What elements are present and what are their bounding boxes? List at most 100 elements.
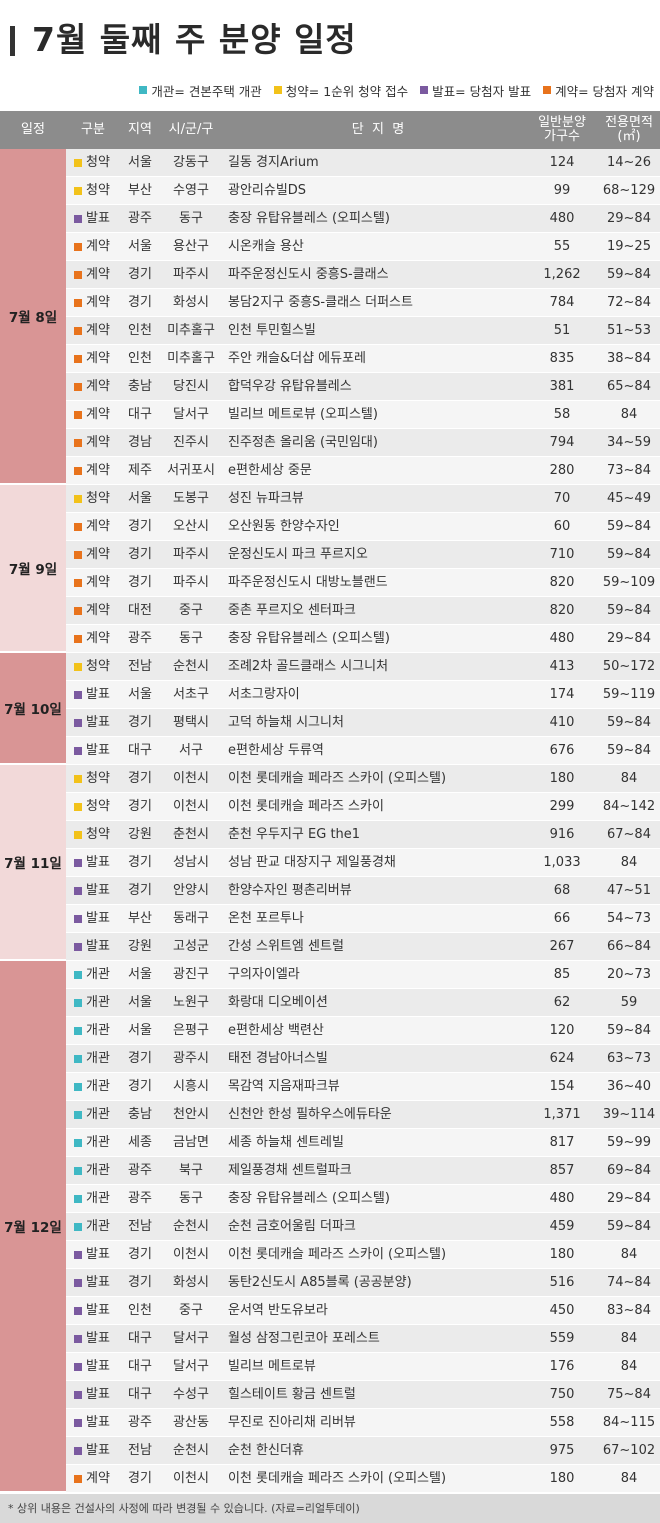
row-complex-name: 운서역 반도유보라 [228, 1303, 328, 1318]
row-type-label: 계약 [86, 323, 110, 338]
row-region: 충남 [128, 379, 152, 394]
row-city: 순천시 [173, 1443, 209, 1458]
row-units: 1,033 [543, 855, 581, 870]
type-square-icon [74, 774, 82, 783]
row-type: 계약 [74, 261, 120, 288]
row-units: 975 [549, 1443, 575, 1458]
page-title-text: 7월 둘째 주 분양 일정 [32, 20, 357, 59]
type-square-icon [74, 634, 82, 643]
type-square-icon [74, 1334, 82, 1343]
row-area: 51~53 [607, 323, 651, 338]
row-type-label: 발표 [86, 1387, 110, 1402]
table-row: 청약 전남 순천시 조례2차 골드클래스 시그니처 413 50~172 [0, 653, 660, 681]
row-type: 개관 [74, 1101, 120, 1128]
row-type-label: 발표 [86, 1331, 110, 1346]
row-region: 광주 [128, 631, 152, 646]
row-region: 서울 [128, 967, 152, 982]
date-label: 7월 9일 [8, 562, 58, 578]
row-units: 857 [549, 1163, 575, 1178]
row-type-label: 발표 [86, 1415, 110, 1430]
table-row: 개관 서울 광진구 구의자이엘라 85 20~73 [0, 961, 660, 989]
row-type-label: 발표 [86, 715, 110, 730]
row-city: 광산동 [173, 1415, 209, 1430]
row-region: 전남 [128, 659, 152, 674]
row-area: 59~84 [607, 1219, 651, 1234]
row-units: 817 [549, 1135, 575, 1150]
row-units: 624 [549, 1051, 575, 1066]
row-type: 개관 [74, 1157, 120, 1184]
row-complex-name: 서초그랑자이 [228, 687, 300, 702]
legend-item: 발표= 당첨자 발표 [420, 80, 531, 100]
row-area: 63~73 [607, 1051, 651, 1066]
row-type-label: 청약 [86, 771, 110, 786]
row-units: 154 [549, 1079, 575, 1094]
date-label: 7월 8일 [8, 310, 58, 326]
row-area: 59~119 [602, 687, 656, 702]
row-complex-name: 빌리브 메트로뷰 (오피스텔) [228, 407, 378, 422]
table-row: 청약 경기 이천시 이천 롯데캐슬 페라즈 스카이 299 84~142 [0, 793, 660, 821]
row-area: 19~25 [607, 239, 651, 254]
row-units: 280 [549, 463, 575, 478]
type-square-icon [74, 1418, 82, 1427]
row-type: 청약 [74, 821, 120, 848]
row-complex-name: 광안리슈빌DS [228, 183, 307, 198]
row-type: 계약 [74, 541, 120, 568]
row-area: 84 [620, 1471, 638, 1486]
type-square-icon [74, 998, 82, 1007]
row-city: 수영구 [173, 183, 209, 198]
row-city: 순천시 [173, 659, 209, 674]
row-region: 세종 [128, 1135, 152, 1150]
row-type: 발표 [74, 681, 120, 708]
table-row: 발표 광주 광산동 무진로 진아리채 리버뷰 558 84~115 [0, 1409, 660, 1437]
row-city: 평택시 [173, 715, 209, 730]
row-type-label: 청약 [86, 827, 110, 842]
row-units: 174 [549, 687, 575, 702]
type-square-icon [74, 1474, 82, 1483]
type-square-icon [74, 1082, 82, 1091]
row-units: 676 [549, 743, 575, 758]
row-units: 68 [553, 883, 571, 898]
type-square-icon [74, 970, 82, 979]
row-city: 파주시 [173, 267, 209, 282]
type-square-icon [74, 914, 82, 923]
type-square-icon [74, 1446, 82, 1455]
type-square-icon [74, 1250, 82, 1259]
row-complex-name: 이천 롯데캐슬 페라즈 스카이 (오피스텔) [228, 1471, 447, 1486]
row-type: 계약 [74, 513, 120, 540]
row-units: 413 [549, 659, 575, 674]
row-type-label: 청약 [86, 155, 110, 170]
row-type-label: 개관 [86, 1163, 110, 1178]
header-date: 일정 [21, 122, 45, 137]
row-city: 서초구 [173, 687, 209, 702]
row-complex-name: 순천 한신더휴 [228, 1443, 304, 1458]
row-area: 84 [620, 1331, 638, 1346]
row-type-label: 계약 [86, 463, 110, 478]
legend-swatch-icon [543, 86, 552, 94]
row-area: 67~84 [607, 827, 651, 842]
row-area: 84~115 [602, 1415, 656, 1430]
row-city: 미추홀구 [167, 351, 215, 366]
row-city: 이천시 [173, 1471, 209, 1486]
table-row: 계약 경기 화성시 봉담2지구 중흥S-클래스 더퍼스트 784 72~84 [0, 289, 660, 317]
table-row: 계약 충남 당진시 합덕우강 유탑유블레스 381 65~84 [0, 373, 660, 401]
row-region: 인천 [128, 1303, 152, 1318]
type-square-icon [74, 830, 82, 839]
table-row: 발표 경기 화성시 동탄2신도시 A85블록 (공공분양) 516 74~84 [0, 1269, 660, 1297]
row-units: 558 [549, 1415, 575, 1430]
row-area: 84 [620, 1247, 638, 1262]
row-type: 발표 [74, 1297, 120, 1324]
row-type-label: 개관 [86, 995, 110, 1010]
row-city: 순천시 [173, 1219, 209, 1234]
row-type: 발표 [74, 1269, 120, 1296]
legend-swatch-icon [139, 86, 148, 94]
row-complex-name: 성남 판교 대장지구 제일풍경채 [228, 855, 396, 870]
type-square-icon [74, 1194, 82, 1203]
row-units: 835 [549, 351, 575, 366]
row-city: 화성시 [173, 295, 209, 310]
footnote: * 상위 내용은 건설사의 사정에 따라 변경될 수 있습니다. (자료=리얼투… [0, 1494, 660, 1523]
header-units-line1: 일반분양 [538, 115, 586, 130]
row-type-label: 계약 [86, 351, 110, 366]
row-complex-name: 화랑대 디오베이션 [228, 995, 328, 1010]
table-row: 발표 대구 달서구 빌리브 메트로뷰 176 84 [0, 1353, 660, 1381]
row-type-label: 개관 [86, 1219, 110, 1234]
